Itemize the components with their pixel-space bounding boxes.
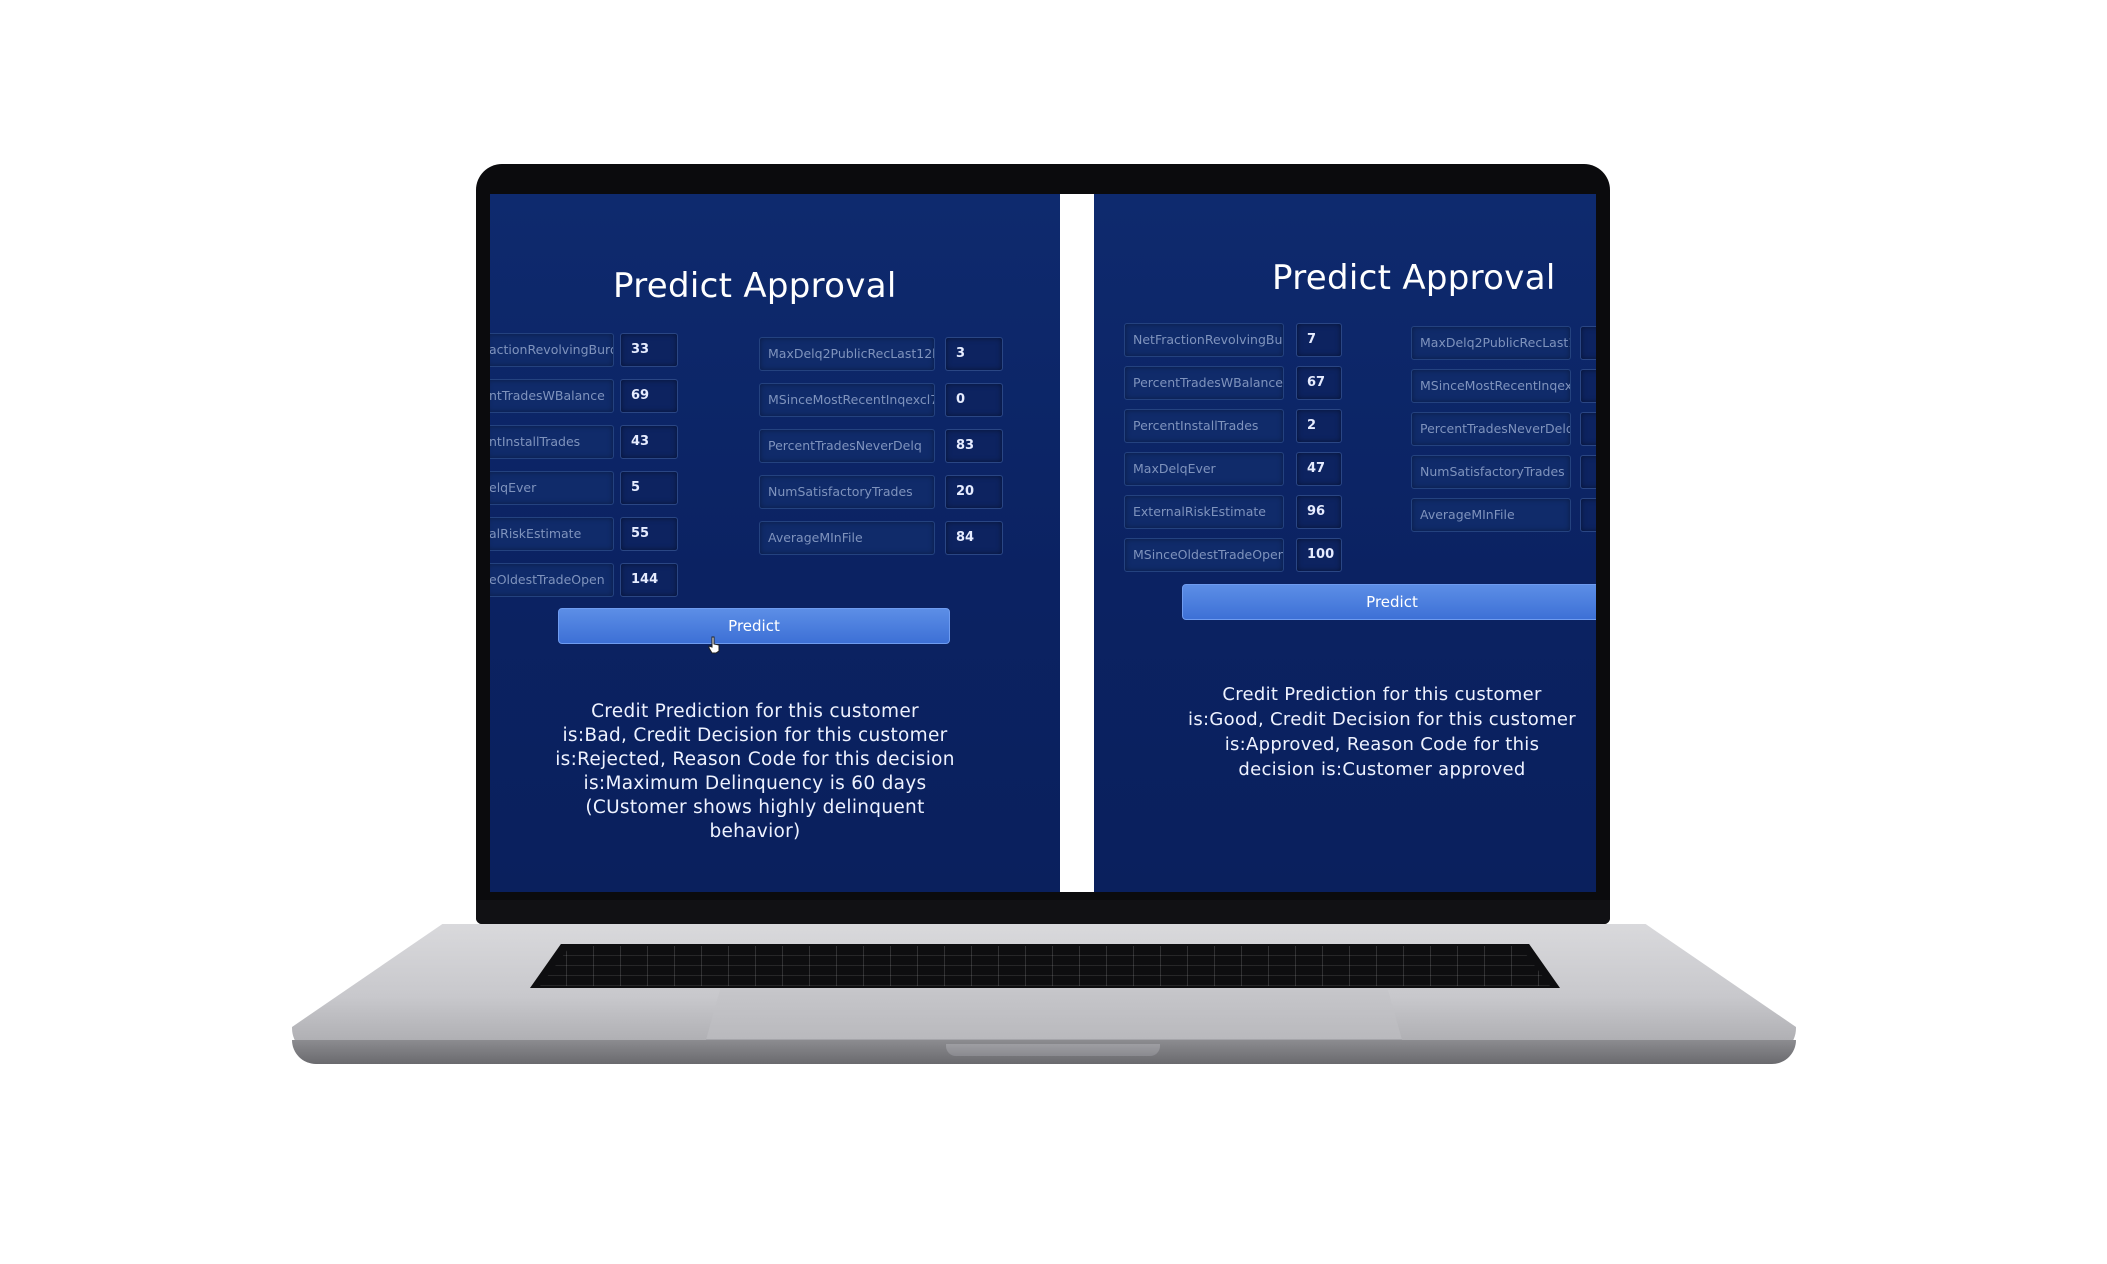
- field-input-percent-install-trades[interactable]: 43: [620, 425, 678, 459]
- result-line: Credit Prediction for this customer: [1222, 684, 1542, 705]
- field-label-net-fraction-revolving-burden: actionRevolvingBurde: [490, 333, 614, 367]
- field-label-average-min-file: AverageMInFile: [1411, 498, 1571, 532]
- field-input-msince-most-recent-inq[interactable]: [1580, 369, 1596, 403]
- laptop-screen: Predict Approval actionRevolvingBurde 33…: [490, 194, 1596, 892]
- field-label-average-min-file: AverageMInFile: [759, 521, 935, 555]
- result-line: is:Bad, Credit Decision for this custome…: [562, 725, 948, 746]
- result-line: Credit Prediction for this customer: [591, 701, 919, 722]
- result-line: is:Good, Credit Decision for this custom…: [1188, 709, 1576, 730]
- panel-divider: [1060, 194, 1094, 892]
- laptop-opening-notch: [946, 1044, 1160, 1056]
- field-label-num-satisfactory-trades: NumSatisfactoryTrades: [759, 475, 935, 509]
- field-input-msince-oldest-trade-open[interactable]: 144: [620, 563, 678, 597]
- page-title: Predict Approval: [613, 266, 897, 306]
- field-input-average-min-file[interactable]: [1580, 498, 1596, 532]
- field-input-msince-oldest-trade-open[interactable]: 100: [1296, 538, 1342, 572]
- field-label-msince-most-recent-inq: MSinceMostRecentInqexcl7: [1411, 369, 1571, 403]
- result-line: decision is:Customer approved: [1238, 759, 1526, 780]
- field-input-percent-trades-never-delq[interactable]: 83: [945, 429, 1003, 463]
- field-input-max-delq2-public-rec[interactable]: 3: [945, 337, 1003, 371]
- field-input-percent-trades-wbalance[interactable]: 67: [1296, 366, 1342, 400]
- field-label-max-delq-ever: elqEver: [490, 471, 614, 505]
- field-label-external-risk-estimate: ExternalRiskEstimate: [1124, 495, 1284, 529]
- field-input-percent-trades-never-delq[interactable]: [1580, 412, 1596, 446]
- result-line: is:Approved, Reason Code for this: [1224, 734, 1540, 755]
- field-label-percent-trades-never-delq: PercentTradesNeverDelq: [1411, 412, 1571, 446]
- predict-button[interactable]: Predict: [1182, 584, 1596, 620]
- field-input-average-min-file[interactable]: 84: [945, 521, 1003, 555]
- field-input-percent-trades-wbalance[interactable]: 69: [620, 379, 678, 413]
- prediction-result-text: Credit Prediction for this customer is:B…: [530, 700, 980, 844]
- field-label-percent-install-trades: ntInstallTrades: [490, 425, 614, 459]
- field-label-msince-oldest-trade-open: eOldestTradeOpen: [490, 563, 614, 597]
- field-label-percent-trades-never-delq: PercentTradesNeverDelq: [759, 429, 935, 463]
- result-line: is:Rejected, Reason Code for this decisi…: [555, 749, 955, 770]
- laptop-trackpad: [706, 990, 1402, 1040]
- laptop-bottom-bezel: [476, 900, 1610, 924]
- right-app-panel: Predict Approval NetFractionRevolvingBur…: [1094, 194, 1596, 892]
- field-label-percent-trades-wbalance: ntTradesWBalance: [490, 379, 614, 413]
- field-input-percent-install-trades[interactable]: 2: [1296, 409, 1342, 443]
- result-line: behavior): [709, 821, 801, 842]
- field-label-net-fraction-revolving-burden: NetFractionRevolvingBurde: [1124, 323, 1284, 357]
- page-title: Predict Approval: [1272, 258, 1556, 298]
- field-input-net-fraction-revolving-burden[interactable]: 7: [1296, 323, 1342, 357]
- field-label-percent-trades-wbalance: PercentTradesWBalance: [1124, 366, 1284, 400]
- result-line: (CUstomer shows highly delinquent: [585, 797, 925, 818]
- predict-button[interactable]: Predict: [558, 608, 950, 644]
- field-input-num-satisfactory-trades[interactable]: [1580, 455, 1596, 489]
- prediction-result-text: Credit Prediction for this customer is:G…: [1172, 682, 1592, 782]
- field-label-max-delq2-public-rec: MaxDelq2PublicRecLast12l: [759, 337, 935, 371]
- hand-cursor-icon: [708, 636, 720, 654]
- field-input-external-risk-estimate[interactable]: 55: [620, 517, 678, 551]
- field-label-max-delq-ever: MaxDelqEver: [1124, 452, 1284, 486]
- field-input-external-risk-estimate[interactable]: 96: [1296, 495, 1342, 529]
- field-input-max-delq-ever[interactable]: 47: [1296, 452, 1342, 486]
- field-input-max-delq2-public-rec[interactable]: [1580, 326, 1596, 360]
- field-label-max-delq2-public-rec: MaxDelq2PublicRecLast12l: [1411, 326, 1571, 360]
- field-input-net-fraction-revolving-burden[interactable]: 33: [620, 333, 678, 367]
- left-app-panel: Predict Approval actionRevolvingBurde 33…: [490, 194, 1060, 892]
- field-label-num-satisfactory-trades: NumSatisfactoryTrades: [1411, 455, 1571, 489]
- field-label-msince-oldest-trade-open: MSinceOldestTradeOpen: [1124, 538, 1284, 572]
- field-label-msince-most-recent-inq: MSinceMostRecentInqexcl7: [759, 383, 935, 417]
- field-input-num-satisfactory-trades[interactable]: 20: [945, 475, 1003, 509]
- field-label-external-risk-estimate: alRiskEstimate: [490, 517, 614, 551]
- result-line: is:Maximum Delinquency is 60 days: [583, 773, 927, 794]
- field-input-msince-most-recent-inq[interactable]: 0: [945, 383, 1003, 417]
- keyboard-keys: [540, 946, 1550, 986]
- field-input-max-delq-ever[interactable]: 5: [620, 471, 678, 505]
- field-label-percent-install-trades: PercentInstallTrades: [1124, 409, 1284, 443]
